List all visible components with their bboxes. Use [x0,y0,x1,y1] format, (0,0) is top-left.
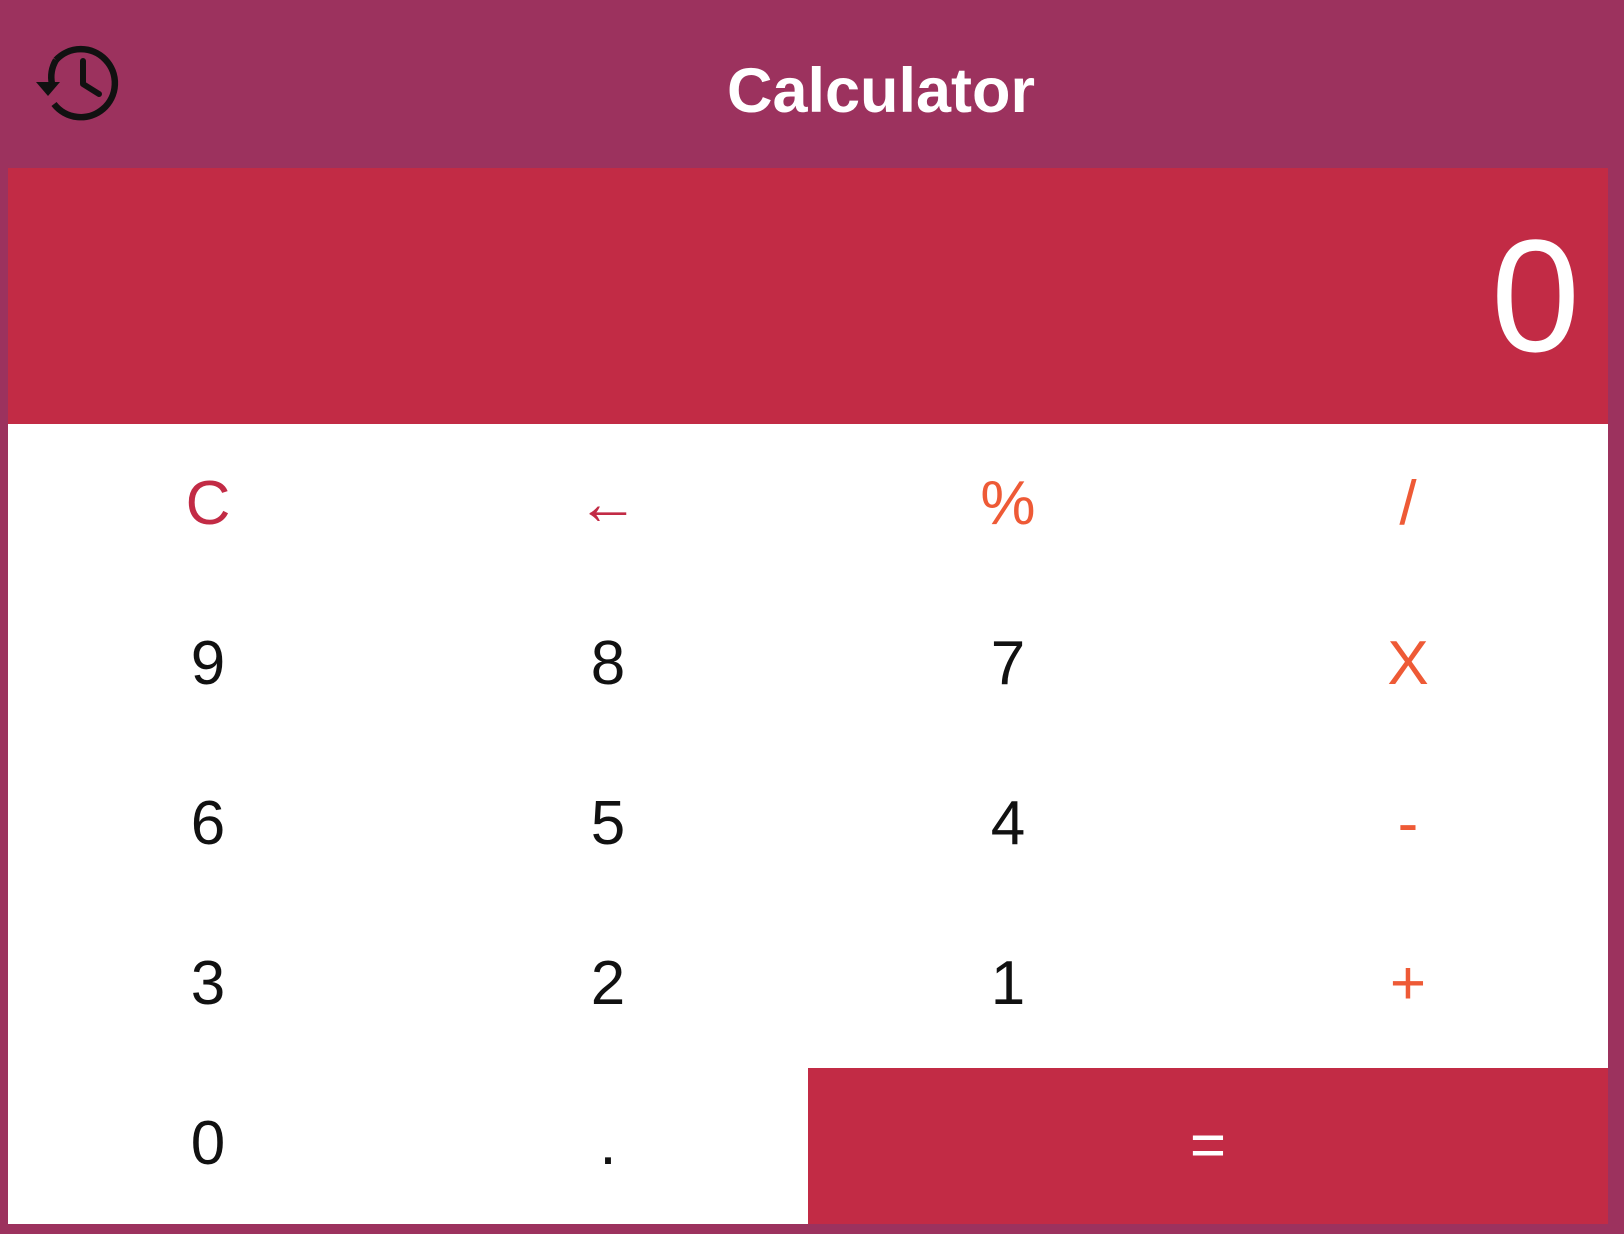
app-title: Calculator [726,56,1036,126]
digit-8-button[interactable]: 8 [408,584,808,744]
clear-button[interactable]: C [8,424,408,584]
backspace-label: ← [577,469,639,538]
add-label: + [1389,949,1427,1018]
digit-1-button[interactable]: 1 [808,904,1208,1064]
digit-8-label: 8 [590,629,626,698]
digit-0-label: 0 [190,1109,226,1178]
equals-button[interactable]: = [808,1068,1608,1224]
digit-9-button[interactable]: 9 [8,584,408,744]
decimal-button[interactable]: . [408,1064,808,1224]
digit-9-label: 9 [190,629,226,698]
digit-3-button[interactable]: 3 [8,904,408,1064]
digit-6-label: 6 [190,789,226,858]
digit-2-label: 2 [590,949,626,1018]
subtract-button[interactable]: - [1208,744,1608,904]
clear-label: C [185,469,231,538]
percent-label: % [980,469,1036,538]
divide-label: / [1399,469,1417,538]
backspace-button[interactable]: ← [408,424,808,584]
app-header: Calculator [0,0,1624,168]
subtract-label: - [1397,789,1419,858]
multiply-label: X [1387,629,1429,698]
keypad: C ←% / 9 8 7 X 6 5 4 - 3 2 1 +0. = [8,424,1608,1224]
result-display: 0 [8,168,1608,424]
percent-button[interactable]: % [808,424,1208,584]
digit-4-label: 4 [990,789,1026,858]
display-value: 0 [1491,206,1580,385]
digit-3-label: 3 [190,949,226,1018]
digit-4-button[interactable]: 4 [808,744,1208,904]
digit-7-label: 7 [990,629,1026,698]
equals-label: = [1189,1111,1227,1180]
digit-6-button[interactable]: 6 [8,744,408,904]
digit-0-button[interactable]: 0 [8,1064,408,1224]
decimal-label: . [599,1109,617,1178]
digit-5-label: 5 [590,789,626,858]
digit-7-button[interactable]: 7 [808,584,1208,744]
digit-5-button[interactable]: 5 [408,744,808,904]
multiply-button[interactable]: X [1208,584,1608,744]
add-button[interactable]: + [1208,904,1608,1064]
digit-2-button[interactable]: 2 [408,904,808,1064]
divide-button[interactable]: / [1208,424,1608,584]
digit-1-label: 1 [990,949,1026,1018]
